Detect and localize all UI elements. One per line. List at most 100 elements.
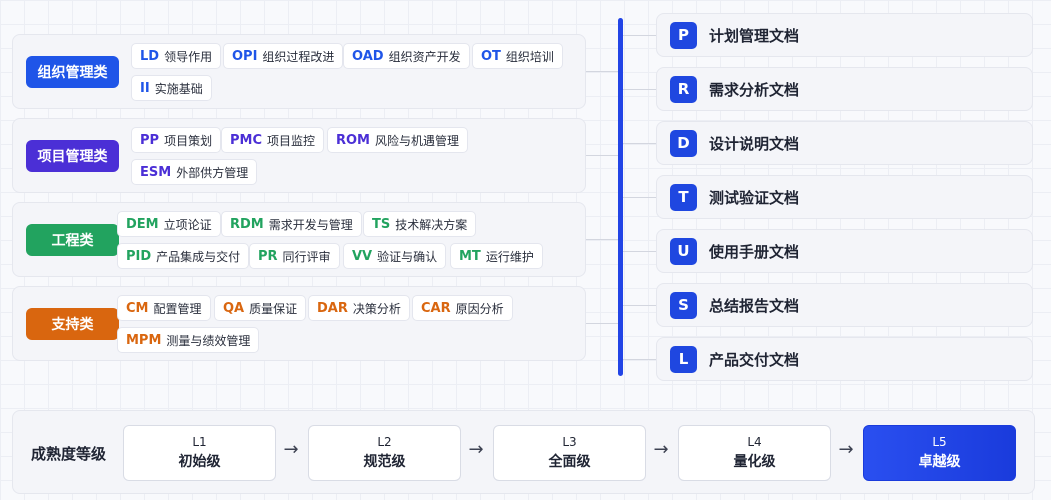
process-code: MPM	[126, 332, 162, 348]
process-name: 风险与机遇管理	[375, 133, 460, 148]
process-code: OT	[481, 48, 501, 64]
maturity-level-l2[interactable]: L2 规范级	[308, 425, 461, 481]
level-name: 量化级	[733, 454, 776, 470]
process-chip-ld[interactable]: LD 领导作用	[131, 43, 222, 69]
process-chip-cm[interactable]: CM 配置管理	[117, 295, 211, 321]
process-chip-pr[interactable]: PR 同行评审	[249, 243, 340, 269]
category-badge-support[interactable]: 支持类	[26, 308, 119, 340]
category-panel-engineering: 工程类 DEM 立项论证 RDM 需求开发与管理 TS 技术解决方案 PID 产品集成与…	[12, 202, 586, 277]
connector-line-org	[586, 71, 618, 72]
level-code: L4	[747, 435, 762, 449]
level-code: L5	[932, 435, 947, 449]
process-chip-rdm[interactable]: RDM 需求开发与管理	[221, 211, 362, 237]
level-name: 初始级	[178, 454, 221, 470]
document-title: 设计说明文档	[709, 134, 800, 153]
maturity-level-l1[interactable]: L1 初始级	[123, 425, 276, 481]
maturity-level-l5[interactable]: L5 卓越级	[863, 425, 1016, 481]
level-code: L3	[562, 435, 577, 449]
document-item-delivery[interactable]: L 产品交付文档	[656, 337, 1033, 381]
process-name: 立项论证	[163, 217, 212, 232]
arrow-right-icon: →	[468, 439, 484, 460]
process-name: 同行评审	[282, 249, 331, 264]
category-badge-project[interactable]: 项目管理类	[26, 140, 119, 172]
document-title: 需求分析文档	[709, 80, 800, 99]
maturity-label: 成熟度等级	[31, 444, 107, 463]
process-code: PMC	[230, 132, 263, 148]
process-name: 组织培训	[505, 49, 554, 64]
process-chip-mpm[interactable]: MPM 测量与绩效管理	[117, 327, 260, 353]
process-name: 决策分析	[352, 301, 401, 316]
process-name: 测量与绩效管理	[166, 333, 251, 348]
process-chip-ot[interactable]: OT 组织培训	[472, 43, 563, 69]
level-code: L2	[377, 435, 392, 449]
connector-line-project	[586, 155, 618, 156]
process-code: II	[140, 80, 150, 96]
document-item-summary[interactable]: S 总结报告文档	[656, 283, 1033, 327]
process-chip-esm[interactable]: ESM 外部供方管理	[131, 159, 258, 185]
process-code: PID	[126, 248, 152, 264]
process-chip-dem[interactable]: DEM 立项论证	[117, 211, 221, 237]
process-name: 原因分析	[455, 301, 504, 316]
document-item-test[interactable]: T 测试验证文档	[656, 175, 1033, 219]
process-chip-ii[interactable]: II 实施基础	[131, 75, 212, 101]
document-letter-icon: S	[670, 291, 697, 319]
category-badge-engineering[interactable]: 工程类	[26, 224, 119, 256]
process-chip-vv[interactable]: VV 验证与确认	[343, 243, 447, 269]
process-chip-opi[interactable]: OPI 组织过程改进	[223, 43, 344, 69]
connector-line-doc-r	[623, 89, 656, 90]
process-chip-pp[interactable]: PP 项目策划	[131, 127, 222, 153]
process-code: MT	[459, 248, 481, 264]
level-name: 全面级	[548, 454, 591, 470]
connector-line-doc-u	[623, 251, 656, 252]
document-title: 总结报告文档	[709, 296, 800, 315]
document-title: 产品交付文档	[709, 350, 800, 369]
connector-line-support	[586, 323, 618, 324]
document-letter-icon: P	[670, 21, 697, 49]
process-code: CAR	[421, 300, 451, 316]
process-code: DEM	[126, 216, 159, 232]
process-name: 领导作用	[164, 49, 213, 64]
process-code: OPI	[232, 48, 258, 64]
process-chip-car[interactable]: CAR 原因分析	[412, 295, 513, 321]
process-chip-oad[interactable]: OAD 组织资产开发	[343, 43, 470, 69]
process-code: CM	[126, 300, 149, 316]
document-item-manual[interactable]: U 使用手册文档	[656, 229, 1033, 273]
process-name: 运行维护	[485, 249, 534, 264]
process-name: 组织资产开发	[388, 49, 461, 64]
process-name: 产品集成与交付	[156, 249, 241, 264]
process-code: ESM	[140, 164, 172, 180]
process-chip-pid[interactable]: PID 产品集成与交付	[117, 243, 250, 269]
connector-line-doc-t	[623, 197, 656, 198]
arrow-right-icon: →	[283, 439, 299, 460]
document-title: 测试验证文档	[709, 188, 800, 207]
process-name: 质量保证	[249, 301, 298, 316]
process-name: 项目策划	[164, 133, 213, 148]
process-code: TS	[372, 216, 391, 232]
document-title: 计划管理文档	[709, 26, 800, 45]
process-chip-pmc[interactable]: PMC 项目监控	[221, 127, 325, 153]
document-letter-icon: U	[670, 237, 697, 265]
maturity-level-l3[interactable]: L3 全面级	[493, 425, 646, 481]
process-chip-dar[interactable]: DAR 决策分析	[308, 295, 410, 321]
document-item-plan[interactable]: P 计划管理文档	[656, 13, 1033, 57]
document-letter-icon: T	[670, 183, 697, 211]
process-chip-ts[interactable]: TS 技术解决方案	[363, 211, 477, 237]
process-code: OAD	[352, 48, 384, 64]
category-panel-org: 组织管理类 LD 领导作用 OPI 组织过程改进 OAD 组织资产开发 OT 组织培训 …	[12, 34, 586, 109]
document-item-requirements[interactable]: R 需求分析文档	[656, 67, 1033, 111]
process-code: LD	[140, 48, 160, 64]
process-code: PP	[140, 132, 160, 148]
process-chip-rom[interactable]: ROM 风险与机遇管理	[327, 127, 469, 153]
process-name: 配置管理	[153, 301, 202, 316]
category-badge-org[interactable]: 组织管理类	[26, 56, 119, 88]
process-name: 需求开发与管理	[268, 217, 353, 232]
document-item-design[interactable]: D 设计说明文档	[656, 121, 1033, 165]
maturity-level-l4[interactable]: L4 量化级	[678, 425, 831, 481]
process-chip-qa[interactable]: QA 质量保证	[214, 295, 307, 321]
maturity-level-bar: 成熟度等级 L1 初始级 → L2 规范级 → L3 全面级 → L4 量化级 …	[12, 410, 1035, 494]
arrow-right-icon: →	[653, 439, 669, 460]
process-code: PR	[258, 248, 278, 264]
process-name: 外部供方管理	[176, 165, 249, 180]
document-letter-icon: D	[670, 129, 697, 157]
process-chip-mt[interactable]: MT 运行维护	[450, 243, 543, 269]
